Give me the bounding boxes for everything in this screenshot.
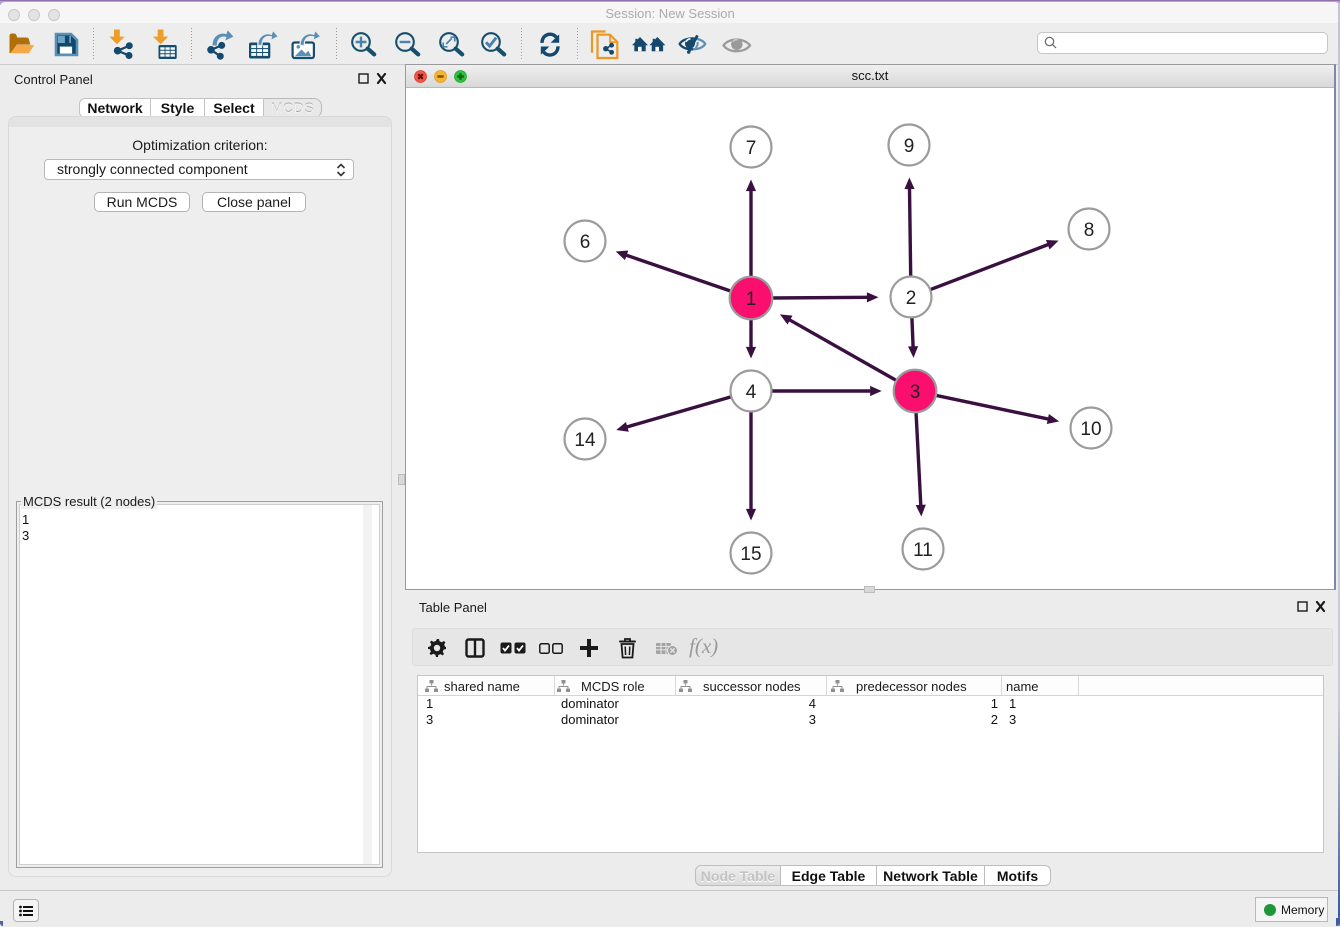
svg-text:6: 6 [580,232,591,253]
svg-text:8: 8 [1084,220,1095,241]
svg-text:9: 9 [904,136,915,157]
svg-text:2: 2 [906,288,917,309]
svg-text:11: 11 [913,540,933,561]
svg-text:4: 4 [746,382,757,403]
svg-text:7: 7 [746,138,757,159]
svg-text:10: 10 [1080,419,1101,440]
svg-text:1: 1 [746,289,757,310]
svg-text:3: 3 [910,382,921,403]
svg-text:15: 15 [740,544,761,565]
svg-text:14: 14 [574,430,596,451]
